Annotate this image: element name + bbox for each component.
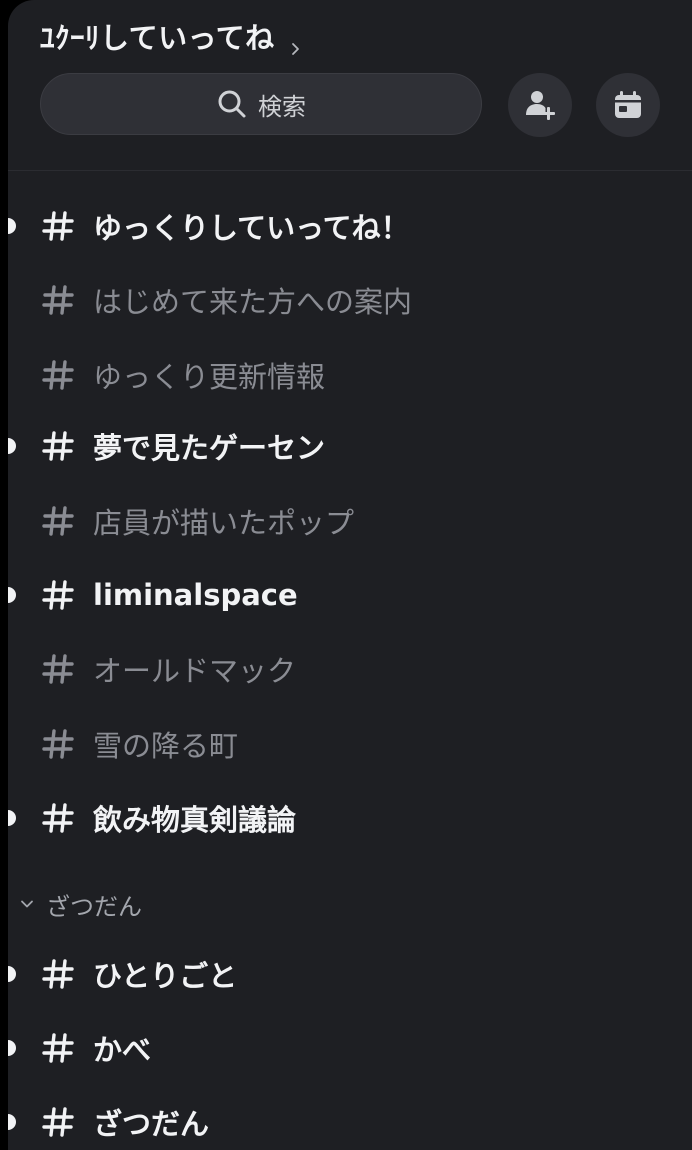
channel-item[interactable]: ゆっくりしていってね！ <box>8 196 692 256</box>
hashtag-icon <box>42 580 74 610</box>
hashtag-icon <box>42 654 74 684</box>
channel-item[interactable]: 夢で見たゲーセン <box>8 416 692 476</box>
hashtag-icon <box>42 959 74 989</box>
hashtag-icon <box>42 211 74 241</box>
chevron-down-icon <box>21 900 33 908</box>
channel-item[interactable]: オールドマック <box>8 639 692 699</box>
channel-item[interactable]: ゆっくり更新情報 <box>8 345 692 405</box>
unread-indicator <box>8 218 16 234</box>
channel-item[interactable]: 飲み物真剣議論 <box>8 788 692 848</box>
unread-indicator <box>8 587 16 603</box>
channel-name: 雪の降る町 <box>93 729 239 763</box>
channel-name: 店員が描いたポップ <box>93 506 355 540</box>
channel-item[interactable]: ざつだん <box>8 1092 692 1150</box>
channel-item[interactable]: liminalspace <box>8 565 692 625</box>
channel-name: ゆっくりしていってね！ <box>93 211 410 245</box>
hashtag-icon <box>42 1107 74 1137</box>
channel-item[interactable]: かべ <box>8 1018 692 1078</box>
hashtag-icon <box>42 431 74 461</box>
channel-list: ゆっくりしていってね！ はじめて来た方への案内 ゆっくり更新情報 夢で見たゲーセ… <box>8 0 692 1150</box>
channel-item[interactable]: 店員が描いたポップ <box>8 491 692 551</box>
category-label: ざつだん <box>46 892 142 921</box>
channel-name: 飲み物真剣議論 <box>93 803 297 837</box>
unread-indicator <box>8 966 16 982</box>
unread-indicator <box>8 810 16 826</box>
channel-name: ゆっくり更新情報 <box>93 360 326 394</box>
channel-name: オールドマック <box>93 654 297 688</box>
channel-sidebar: ﾕｸｰﾘしていってね 検索 ゆっくりしていってね！ はじめて来た方への案内 ゆっ… <box>8 0 692 1150</box>
channel-name: かべ <box>93 1033 152 1067</box>
channel-name: 夢で見たゲーセン <box>93 431 326 465</box>
channel-item[interactable]: ひとりごと <box>8 944 692 1004</box>
hashtag-icon <box>42 506 74 536</box>
unread-indicator <box>8 438 16 454</box>
channel-name: ひとりごと <box>93 959 238 993</box>
hashtag-icon <box>42 1033 74 1063</box>
channel-name: はじめて来た方への案内 <box>93 285 413 319</box>
channel-item[interactable]: はじめて来た方への案内 <box>8 270 692 330</box>
unread-indicator <box>8 1040 16 1056</box>
channel-name: liminalspace <box>93 578 298 612</box>
hashtag-icon <box>42 803 74 833</box>
hashtag-icon <box>42 360 74 390</box>
channel-item[interactable]: 雪の降る町 <box>8 714 692 774</box>
hashtag-icon <box>42 729 74 759</box>
channel-name: ざつだん <box>93 1107 210 1141</box>
unread-indicator <box>8 1114 16 1130</box>
hashtag-icon <box>42 285 74 315</box>
